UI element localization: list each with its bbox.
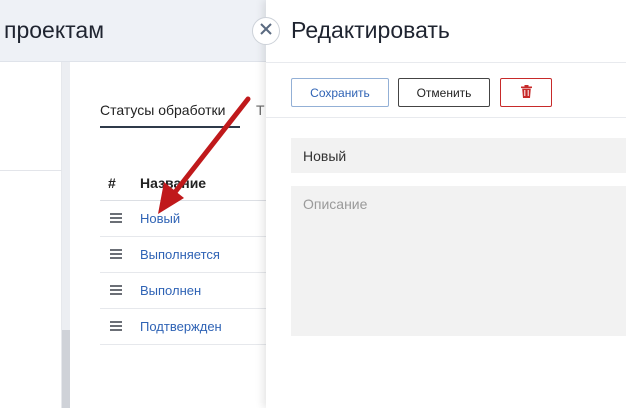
toolbar-divider bbox=[266, 117, 626, 118]
status-link[interactable]: Подтвержден bbox=[140, 319, 222, 334]
active-tab-indicator bbox=[100, 126, 240, 128]
status-link[interactable]: Выполнен bbox=[140, 283, 201, 298]
tab-processing-statuses[interactable]: Статусы обработки bbox=[100, 102, 225, 118]
drawer-header-divider bbox=[266, 62, 626, 63]
drawer-title: Редактировать bbox=[291, 17, 450, 43]
description-field[interactable]: Описание bbox=[291, 186, 626, 336]
table-row: Подтвержден bbox=[100, 309, 270, 345]
edit-drawer: Редактировать Сохранить Отменить Новый О… bbox=[266, 0, 626, 408]
column-header-index: # bbox=[108, 175, 116, 191]
drag-handle-icon[interactable] bbox=[110, 249, 122, 259]
trash-icon bbox=[520, 84, 532, 101]
statuses-panel: Статусы обработки Т # Название Новый Вып… bbox=[70, 62, 270, 408]
drag-handle-icon[interactable] bbox=[110, 321, 122, 331]
cancel-button[interactable]: Отменить bbox=[398, 78, 490, 107]
tab-next[interactable]: Т bbox=[256, 102, 265, 118]
left-panel bbox=[0, 62, 62, 408]
table-row: Новый bbox=[100, 201, 270, 237]
page-title: проектам bbox=[4, 17, 105, 43]
status-link[interactable]: Новый bbox=[140, 211, 180, 226]
close-icon bbox=[260, 22, 272, 40]
close-button[interactable] bbox=[252, 17, 280, 45]
save-button[interactable]: Сохранить bbox=[291, 78, 389, 107]
table-row: Выполнен bbox=[100, 273, 270, 309]
status-link[interactable]: Выполняется bbox=[140, 247, 220, 262]
scrollbar-thumb[interactable] bbox=[62, 330, 70, 408]
drag-handle-icon[interactable] bbox=[110, 285, 122, 295]
column-header-name: Название bbox=[140, 175, 207, 191]
table-row: Выполняется bbox=[100, 237, 270, 273]
delete-button[interactable] bbox=[500, 78, 552, 107]
drag-handle-icon[interactable] bbox=[110, 213, 122, 223]
left-panel-divider bbox=[0, 170, 62, 171]
name-field[interactable]: Новый bbox=[291, 138, 626, 173]
